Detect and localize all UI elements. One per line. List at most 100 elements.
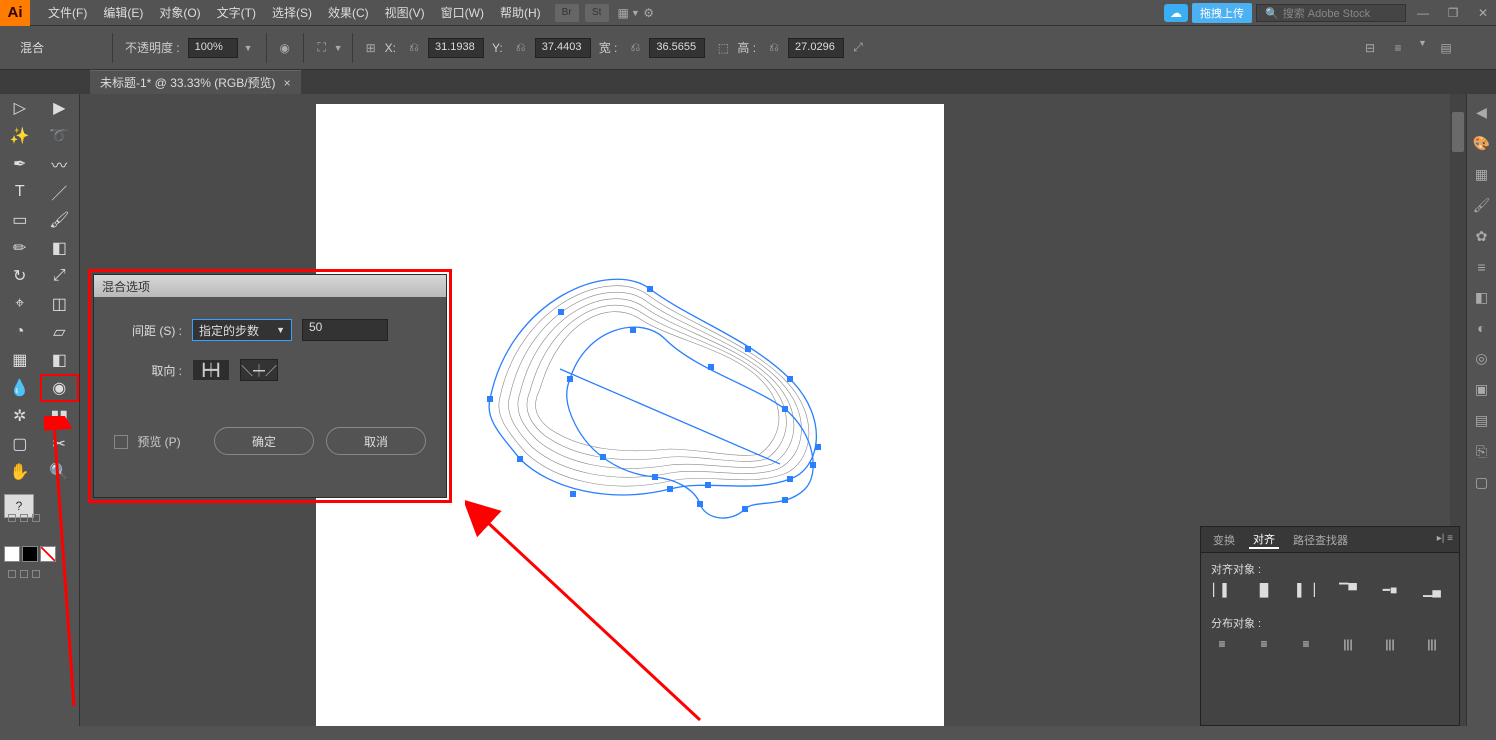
scale-tool[interactable]: ⤢ xyxy=(40,262,80,290)
align-top-icon[interactable]: ▔▀ xyxy=(1337,581,1359,599)
stock-search-input[interactable]: 🔍 搜索 Adobe Stock xyxy=(1256,4,1406,22)
shaper-tool[interactable]: ✏ xyxy=(0,234,40,262)
minimize-button[interactable]: — xyxy=(1412,4,1434,22)
scrollbar-thumb[interactable] xyxy=(1452,112,1464,152)
menu-edit[interactable]: 编辑(E) xyxy=(95,0,151,26)
ref-point-icon[interactable]: ⊞ xyxy=(361,38,381,58)
maximize-button[interactable]: ❐ xyxy=(1442,4,1464,22)
menu-type[interactable]: 文字(T) xyxy=(209,0,264,26)
graphic-styles-panel-icon[interactable]: ▣ xyxy=(1475,381,1488,398)
opacity-input[interactable]: 100% xyxy=(188,38,238,58)
align-panel-icon[interactable]: ⊟ xyxy=(1360,38,1380,58)
draw-mode-icon[interactable] xyxy=(20,570,28,578)
blend-artwork[interactable] xyxy=(450,219,870,549)
hand-tool[interactable]: ✋ xyxy=(0,458,40,486)
cloud-icon[interactable]: ☁ xyxy=(1164,4,1188,22)
menu-select[interactable]: 选择(S) xyxy=(264,0,320,26)
document-tab[interactable]: 未标题-1* @ 33.33% (RGB/预览) × xyxy=(90,70,301,94)
lasso-tool[interactable]: ➰ xyxy=(40,122,80,150)
menu-view[interactable]: 视图(V) xyxy=(377,0,433,26)
symbols-panel-icon[interactable]: ✿ xyxy=(1476,228,1488,245)
curvature-tool[interactable]: 〰 xyxy=(40,150,80,178)
cancel-button[interactable]: 取消 xyxy=(326,427,426,455)
dist-bottom-icon[interactable]: ≡ xyxy=(1295,635,1317,653)
layers-panel-icon[interactable]: ▤ xyxy=(1475,412,1488,429)
stroke-swatch[interactable] xyxy=(22,546,38,562)
close-icon[interactable]: × xyxy=(284,76,291,90)
menu-object[interactable]: 对象(O) xyxy=(151,0,208,26)
align-bottom-icon[interactable]: ▁▄ xyxy=(1421,581,1443,599)
gpu-icon[interactable]: ⚙ xyxy=(639,3,659,23)
free-transform-tool[interactable]: ◫ xyxy=(40,290,80,318)
menu-help[interactable]: 帮助(H) xyxy=(492,0,549,26)
panel-toggle-icon[interactable]: ◀ xyxy=(1476,104,1487,121)
eraser-tool[interactable]: ◧ xyxy=(40,234,80,262)
panel-collapse-icon[interactable]: ▸| xyxy=(1437,533,1445,544)
line-tool[interactable]: ／ xyxy=(40,178,80,206)
scale-corners-icon[interactable]: ⤢ xyxy=(848,38,868,58)
blend-tool[interactable]: ◉ xyxy=(40,374,80,402)
align-vcenter-icon[interactable]: ━■ xyxy=(1379,581,1401,599)
arrange-docs-icon[interactable]: ▦▼ xyxy=(619,3,639,23)
swatches-panel-icon[interactable]: ▦ xyxy=(1475,166,1488,183)
tab-transform[interactable]: 变换 xyxy=(1209,532,1239,548)
ok-button[interactable]: 确定 xyxy=(214,427,314,455)
rotate-tool[interactable]: ↻ xyxy=(0,262,40,290)
chevron-down-icon[interactable]: ▼ xyxy=(1418,38,1428,58)
gradient-tool[interactable]: ◧ xyxy=(40,346,80,374)
menu-file[interactable]: 文件(F) xyxy=(40,0,95,26)
stock-icon[interactable]: St xyxy=(585,4,609,22)
artboard-tool[interactable]: ▢ xyxy=(0,430,40,458)
align-left-icon[interactable]: ▏▌ xyxy=(1211,581,1233,599)
link-icon[interactable]: ⎌ xyxy=(625,38,645,58)
screen-mode-icon[interactable] xyxy=(8,514,16,522)
dist-vcenter-icon[interactable]: ≡ xyxy=(1253,635,1275,653)
spacing-mode-select[interactable]: 指定的步数 ▼ xyxy=(192,319,292,341)
close-button[interactable]: ✕ xyxy=(1472,4,1494,22)
magic-wand-tool[interactable]: ✨ xyxy=(0,122,40,150)
link-icon[interactable]: ⎌ xyxy=(511,38,531,58)
panel-menu-icon[interactable]: ≡ xyxy=(1447,533,1453,544)
asset-export-panel-icon[interactable]: ⎘ xyxy=(1476,443,1487,460)
selection-tool[interactable]: ▷ xyxy=(0,94,40,122)
mesh-tool[interactable]: ▦ xyxy=(0,346,40,374)
artboards-panel-icon[interactable]: ▢ xyxy=(1475,474,1488,491)
upload-button[interactable]: 拖拽上传 xyxy=(1192,3,1252,23)
none-swatch[interactable] xyxy=(40,546,56,562)
zoom-tool[interactable]: 🔍 xyxy=(40,458,80,486)
perspective-tool[interactable]: ▱ xyxy=(40,318,80,346)
dist-hcenter-icon[interactable]: ||| xyxy=(1379,635,1401,653)
paintbrush-tool[interactable]: 🖌 xyxy=(40,206,80,234)
link-icon[interactable]: ⎌ xyxy=(764,38,784,58)
panel-menu-icon[interactable]: ▤ xyxy=(1436,38,1456,58)
x-input[interactable]: 31.1938 xyxy=(428,38,484,58)
preview-checkbox[interactable]: 预览 (P) xyxy=(114,433,181,450)
transform-icon[interactable]: ⛶ xyxy=(312,38,332,58)
orientation-page-button[interactable]: ┣┿┫ xyxy=(192,359,230,381)
dist-top-icon[interactable]: ≡ xyxy=(1211,635,1233,653)
width-tool[interactable]: ⌖ xyxy=(0,290,40,318)
transform-panel-icon[interactable]: ≡ xyxy=(1388,38,1408,58)
link-icon[interactable]: ⎌ xyxy=(404,38,424,58)
column-graph-tool[interactable]: ▮▮ xyxy=(40,402,80,430)
pen-tool[interactable]: ✒ xyxy=(0,150,40,178)
align-right-icon[interactable]: ▌▕ xyxy=(1295,581,1317,599)
appearance-panel-icon[interactable]: ◎ xyxy=(1475,350,1487,367)
color-panel-icon[interactable]: 🎨 xyxy=(1473,135,1490,152)
recolor-icon[interactable]: ◉ xyxy=(275,38,295,58)
fill-swatch[interactable] xyxy=(4,546,20,562)
align-hcenter-icon[interactable]: ▐▌ xyxy=(1253,581,1275,599)
draw-mode-icon[interactable] xyxy=(8,570,16,578)
menu-effect[interactable]: 效果(C) xyxy=(320,0,377,26)
constrain-icon[interactable]: ⬚ xyxy=(713,38,733,58)
slice-tool[interactable]: ✂ xyxy=(40,430,80,458)
menu-window[interactable]: 窗口(W) xyxy=(433,0,492,26)
screen-mode-icon[interactable] xyxy=(32,514,40,522)
draw-mode-icon[interactable] xyxy=(32,570,40,578)
chevron-down-icon[interactable]: ▼ xyxy=(334,43,344,53)
gradient-panel-icon[interactable]: ◧ xyxy=(1475,289,1488,306)
shape-builder-tool[interactable]: ◔ xyxy=(0,318,40,346)
eyedropper-tool[interactable]: 💧 xyxy=(0,374,40,402)
bridge-icon[interactable]: Br xyxy=(555,4,579,22)
orientation-path-button[interactable]: ＼┿／ xyxy=(240,359,278,381)
